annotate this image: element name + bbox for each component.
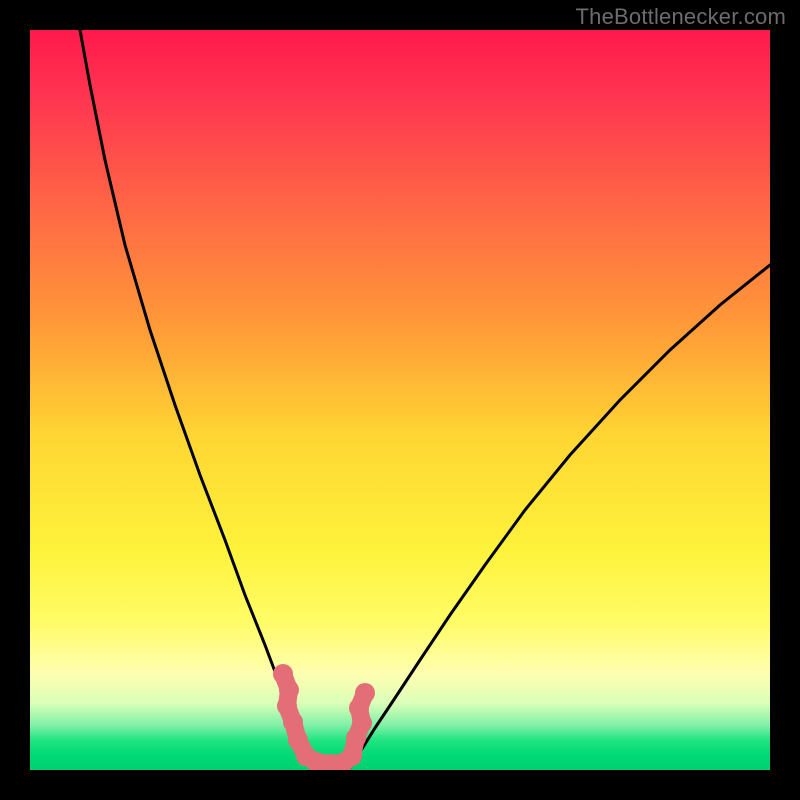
chart-overlay-svg: [30, 30, 770, 770]
trough-marker-dot: [355, 683, 375, 703]
outer-black-frame: TheBottlenecker.com: [0, 0, 800, 800]
trough-marker-dot: [283, 712, 303, 732]
trough-marker-dot: [342, 746, 362, 766]
left-descending-curve: [80, 30, 320, 768]
watermark-text: TheBottlenecker.com: [576, 4, 786, 30]
right-ascending-curve: [350, 265, 770, 768]
